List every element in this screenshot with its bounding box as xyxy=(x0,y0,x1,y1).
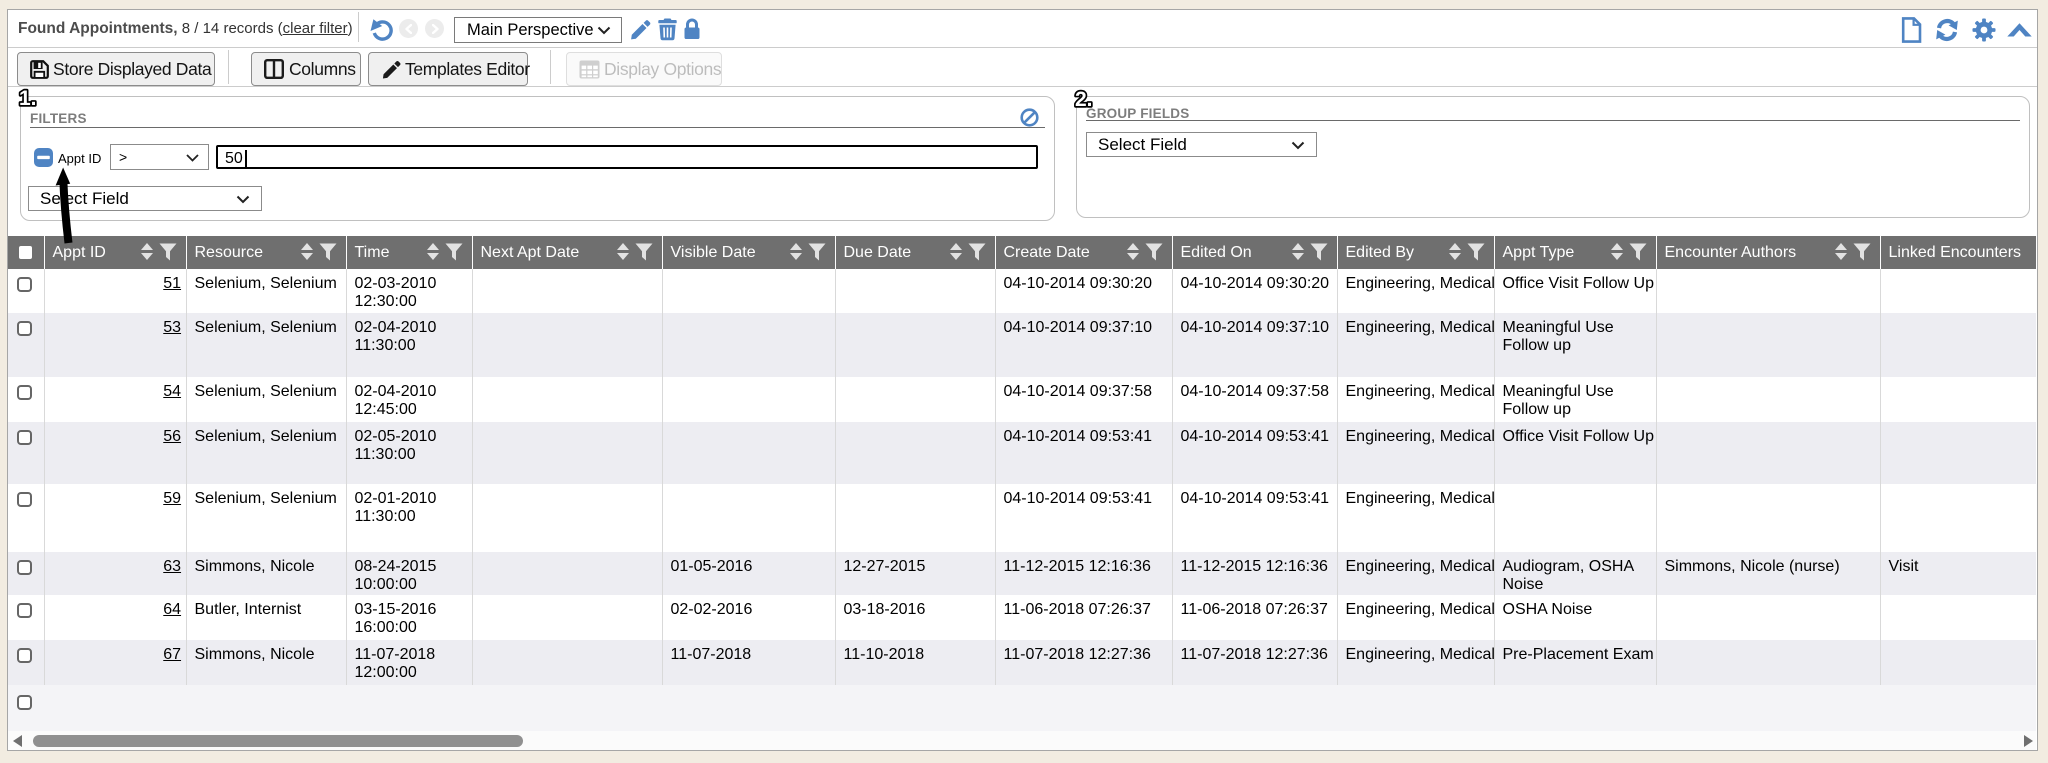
svg-text:2.: 2. xyxy=(1075,88,1093,111)
svg-text:1.: 1. xyxy=(19,87,37,110)
